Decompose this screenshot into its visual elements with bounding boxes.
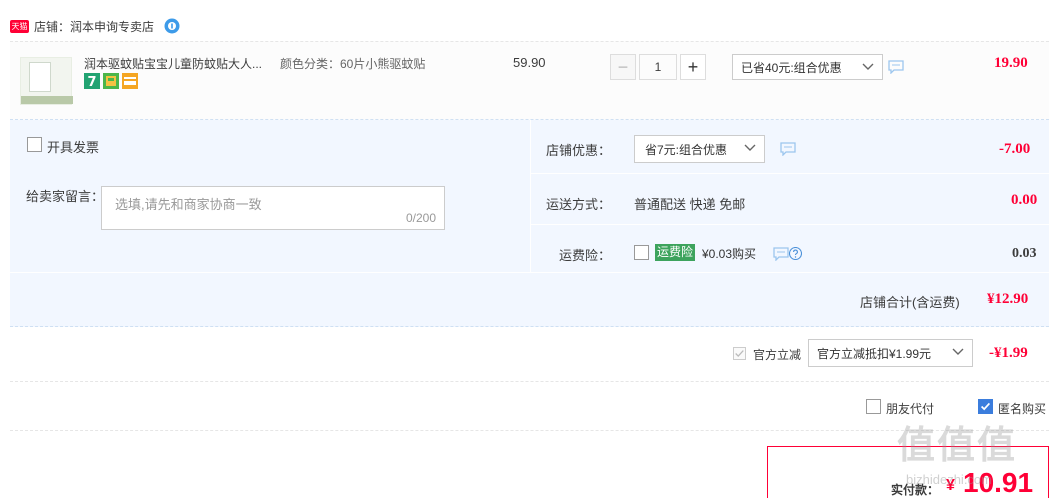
- shop-header: 天猫 店铺：润本申询专卖店: [10, 14, 180, 38]
- message-placeholder: 选填,请先和商家协商一致: [115, 197, 262, 212]
- product-box-image: [29, 62, 51, 92]
- watermark: 值值值: [897, 425, 1018, 467]
- seven-day-return-icon[interactable]: 7: [84, 73, 100, 89]
- tmall-badge: 天猫: [10, 19, 29, 33]
- panel-divider: [531, 224, 1049, 225]
- chevron-down-icon: [862, 63, 874, 70]
- official-discount-checkbox[interactable]: [733, 347, 746, 360]
- chevron-down-icon: [744, 144, 756, 151]
- shipping-label: 运送方式：: [545, 197, 611, 212]
- promo-comment-icon[interactable]: [888, 60, 904, 74]
- service-icons: 7: [84, 73, 138, 89]
- order-info-panel: 开具发票 给卖家留言： 选填,请先和商家协商一致 0/200 店铺优惠： 省7元…: [10, 120, 1049, 327]
- watermark-url: bizhidezhi.com: [906, 472, 992, 487]
- product-strip-image: [21, 96, 73, 104]
- quantity-increase-button[interactable]: +: [680, 54, 706, 80]
- quantity-input[interactable]: 1: [639, 54, 677, 80]
- checkmark-icon: [980, 402, 991, 411]
- shop-name[interactable]: 店铺：润本申询专卖店: [34, 18, 154, 35]
- item-promo-select[interactable]: 已省40元:组合优惠: [732, 54, 883, 80]
- credit-card-icon[interactable]: [122, 73, 138, 89]
- message-label: 给卖家留言：: [26, 189, 105, 204]
- checkmark-icon: [735, 350, 744, 357]
- insurance-price: ¥0.03购买: [702, 247, 757, 261]
- wangwang-chat-icon[interactable]: [164, 18, 180, 34]
- shop-promo-select[interactable]: 省7元:组合优惠: [634, 135, 765, 163]
- friend-pay-checkbox[interactable]: [866, 399, 881, 414]
- item-subtotal: 19.90: [994, 55, 1028, 71]
- help-question-icon[interactable]: [789, 247, 802, 260]
- svg-text:7: 7: [87, 75, 96, 89]
- quantity-decrease-button[interactable]: −: [610, 54, 636, 80]
- shop-promo-comment-icon[interactable]: [780, 142, 796, 156]
- panel-divider: [10, 272, 1049, 273]
- shop-promo-label: 店铺优惠：: [545, 143, 611, 158]
- message-char-count: 0/200: [405, 211, 436, 225]
- shipping-method: 普通配送 快递 免邮: [634, 197, 746, 212]
- insurance-checkbox[interactable]: [634, 245, 649, 260]
- product-spec: 颜色分类：60片小熊驱蚊贴: [280, 57, 426, 71]
- shop-promo-amount: -7.00: [999, 141, 1031, 157]
- item-promo-value: 已省40元:组合优惠: [741, 60, 842, 75]
- panel-divider: [531, 173, 1049, 174]
- official-discount-select[interactable]: 官方立减抵扣¥1.99元: [808, 339, 973, 367]
- chevron-down-icon: [952, 348, 964, 355]
- unit-price: 59.90: [513, 55, 546, 70]
- official-discount-value: 官方立减抵扣¥1.99元: [817, 346, 932, 361]
- product-title[interactable]: 润本驱蚊贴宝宝儿童防蚊贴大人...: [84, 55, 262, 72]
- cart-item-row: 润本驱蚊贴宝宝儿童防蚊贴大人... 颜色分类：60片小熊驱蚊贴 7 59.90 …: [10, 41, 1049, 120]
- section-divider: [10, 430, 1049, 431]
- message-textarea[interactable]: 选填,请先和商家协商一致 0/200: [101, 186, 445, 230]
- insurance-label: 运费险：: [558, 248, 611, 263]
- invoice-label[interactable]: 开具发票: [47, 137, 99, 156]
- insurance-amount: 0.03: [1012, 246, 1037, 261]
- shipping-amount: 0.00: [1011, 192, 1038, 208]
- official-discount-label: 官方立减: [753, 348, 802, 362]
- anonymous-purchase-checkbox[interactable]: [978, 399, 993, 414]
- section-divider: [10, 381, 1049, 382]
- shop-total-amount: ¥12.90: [987, 291, 1029, 307]
- insurance-tag: 运费险: [655, 244, 696, 261]
- insurance-comment-icon[interactable]: [773, 247, 789, 261]
- shop-promo-value: 省7元:组合优惠: [645, 142, 728, 157]
- official-discount-amount: -¥1.99: [989, 345, 1028, 361]
- invoice-checkbox[interactable]: [27, 137, 42, 152]
- product-thumbnail[interactable]: [20, 57, 73, 105]
- guarantee-icon[interactable]: [103, 73, 119, 89]
- shop-total-label: 店铺合计(含运费): [860, 295, 960, 310]
